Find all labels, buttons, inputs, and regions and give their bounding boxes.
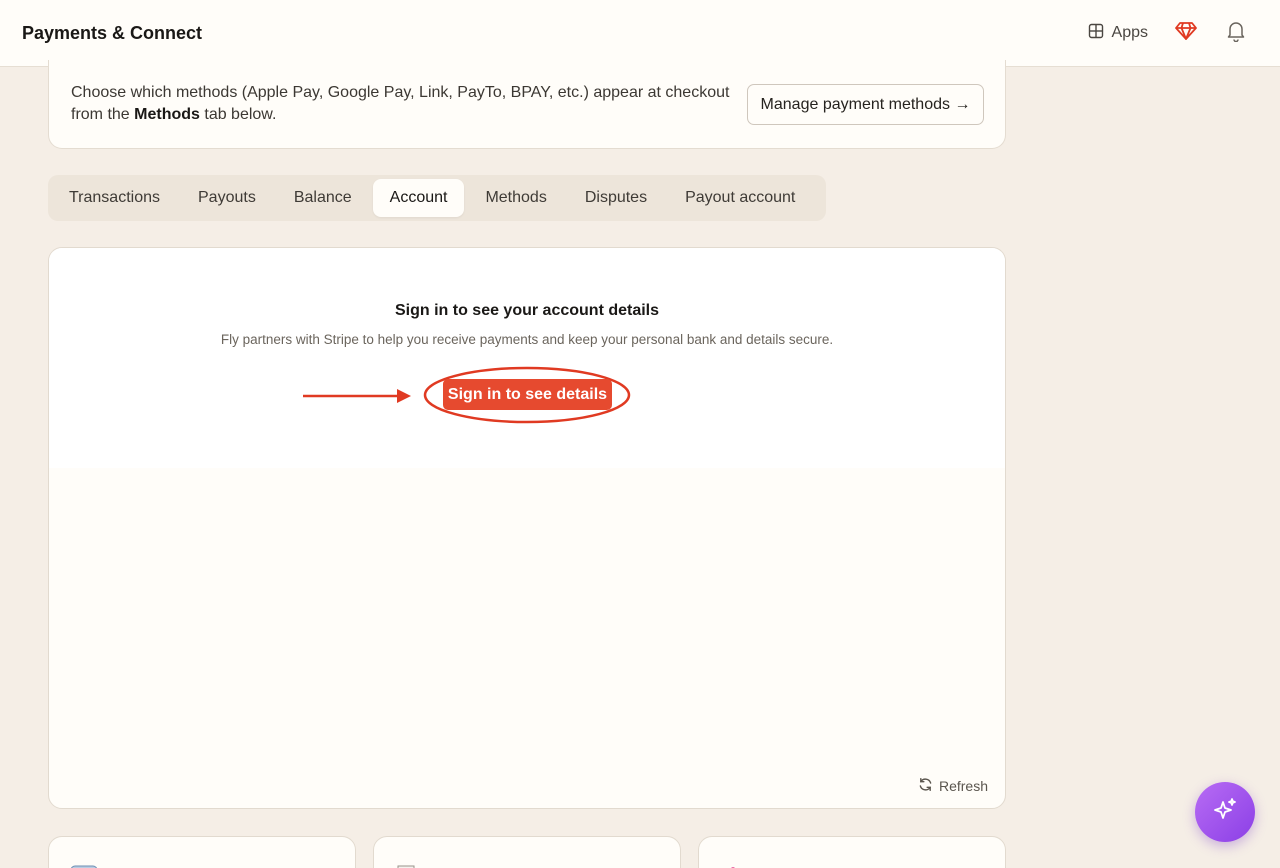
bell-icon xyxy=(1226,20,1246,47)
refresh-label: Refresh xyxy=(938,778,988,794)
celebration-icon xyxy=(721,861,745,868)
info-text-bold: Methods xyxy=(134,106,200,123)
info-text-part: tab below. xyxy=(199,106,277,123)
apps-button[interactable]: Apps xyxy=(1088,23,1148,44)
tab-account[interactable]: Account xyxy=(372,179,465,217)
tab-methods[interactable]: Methods xyxy=(468,179,563,217)
apps-label: Apps xyxy=(1111,24,1148,41)
bottom-card[interactable] xyxy=(48,836,356,868)
tab-transactions[interactable]: Transactions xyxy=(52,179,177,217)
apps-grid-icon xyxy=(1088,23,1104,44)
manage-payment-methods-button[interactable]: Manage payment methods → xyxy=(747,84,984,125)
tab-payouts[interactable]: Payouts xyxy=(181,179,273,217)
top-actions: Apps xyxy=(1088,21,1258,45)
gem-icon xyxy=(1175,21,1197,46)
page-title: Payments & Connect xyxy=(22,22,203,43)
account-subtext: Fly partners with Stripe to help you rec… xyxy=(220,332,834,347)
sparkles-icon xyxy=(1211,796,1239,829)
account-panel: Sign in to see your account details Fly … xyxy=(48,247,1006,809)
account-heading: Sign in to see your account details xyxy=(394,302,660,319)
info-text: Choose which methods (Apple Pay, Google … xyxy=(71,82,741,126)
top-bar: Payments & Connect Apps xyxy=(0,0,1280,67)
tab-disputes[interactable]: Disputes xyxy=(568,179,664,217)
bottom-card[interactable] xyxy=(698,836,1006,868)
refresh-button[interactable]: Refresh xyxy=(918,777,988,795)
sign-in-button[interactable]: Sign in to see details xyxy=(443,379,612,410)
annotation-arrow-icon xyxy=(303,389,411,403)
tab-payout-account[interactable]: Payout account xyxy=(668,179,812,217)
ai-assistant-button[interactable] xyxy=(1195,782,1255,842)
payment-methods-info-card: Choose which methods (Apple Pay, Google … xyxy=(48,60,1006,149)
bottom-card[interactable] xyxy=(373,836,681,868)
gem-button[interactable] xyxy=(1174,21,1198,45)
card-icon xyxy=(70,861,98,868)
receipt-icon xyxy=(396,861,418,868)
refresh-icon xyxy=(918,777,933,795)
notifications-button[interactable] xyxy=(1224,21,1248,45)
panel-top-section xyxy=(49,248,1005,468)
tab-balance[interactable]: Balance xyxy=(277,179,369,217)
tab-bar: Transactions Payouts Balance Account Met… xyxy=(48,175,826,221)
